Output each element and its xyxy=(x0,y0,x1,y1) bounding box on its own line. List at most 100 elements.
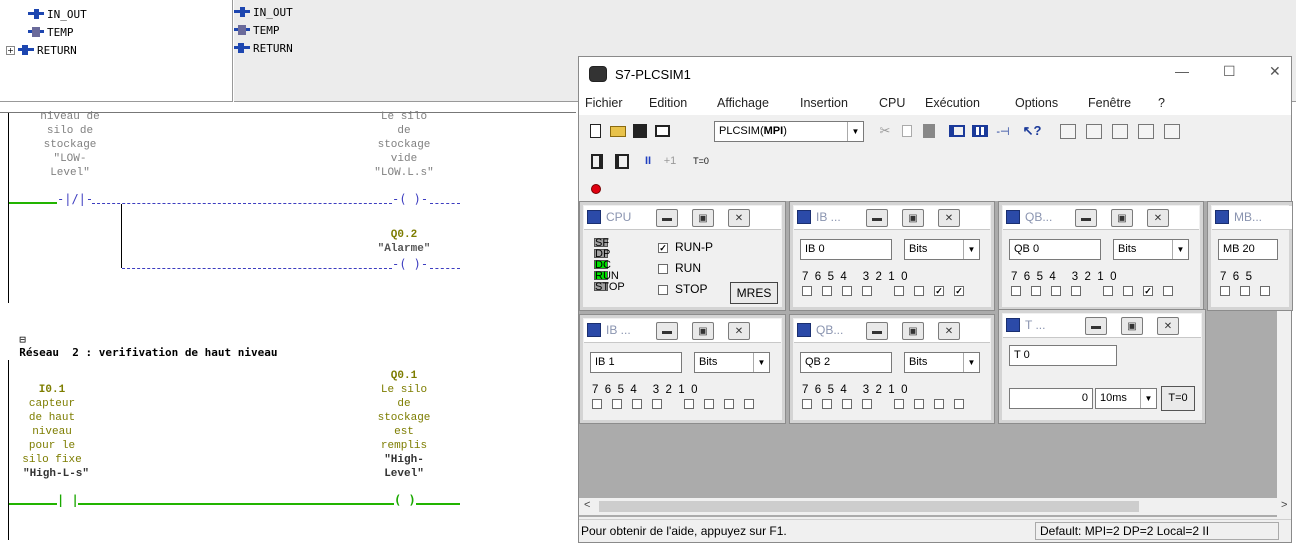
bit-checkbox[interactable] xyxy=(1051,286,1061,296)
bit-checkbox[interactable] xyxy=(1123,286,1133,296)
timebase-select[interactable]: 10ms ▼ xyxy=(1095,388,1157,409)
restore-icon[interactable]: ▣ xyxy=(1121,317,1143,335)
menu-fenetre[interactable]: Fenêtre xyxy=(1088,96,1131,110)
panel-titlebar[interactable]: MB... xyxy=(1212,206,1292,230)
address-field[interactable]: IB 1 xyxy=(590,352,682,373)
new-file-icon[interactable] xyxy=(585,121,605,141)
tree-item-return[interactable]: + RETURN xyxy=(6,43,77,57)
bit-checkbox[interactable] xyxy=(1103,286,1113,296)
insert-input-icon[interactable] xyxy=(947,121,967,141)
menu-execution[interactable]: Exécution xyxy=(925,96,980,110)
bit-checkbox[interactable] xyxy=(934,399,944,409)
close-icon[interactable]: ✕ xyxy=(938,209,960,227)
close-icon[interactable]: ✕ xyxy=(728,322,750,340)
timer-address-field[interactable]: T 0 xyxy=(1009,345,1117,366)
bit-checkbox[interactable] xyxy=(862,286,872,296)
bit-checkbox[interactable]: ✓ xyxy=(934,286,944,296)
bit-checkbox[interactable] xyxy=(914,286,924,296)
reset-timers-button[interactable]: T=0 xyxy=(687,151,715,171)
bit-checkbox[interactable] xyxy=(1071,286,1081,296)
bit-checkbox[interactable] xyxy=(652,399,662,409)
nc-contact-icon[interactable]: -|/|- xyxy=(57,192,93,206)
save-icon[interactable] xyxy=(630,121,650,141)
minimize-icon[interactable]: ▬ xyxy=(1085,317,1107,335)
bit-checkbox[interactable] xyxy=(862,399,872,409)
bit-checkbox[interactable] xyxy=(1220,286,1230,296)
run-checkbox[interactable] xyxy=(658,264,668,274)
format-select[interactable]: Bits ▼ xyxy=(904,352,980,373)
step-button[interactable]: +1 xyxy=(659,151,681,171)
bit-checkbox[interactable] xyxy=(842,399,852,409)
bit-checkbox[interactable] xyxy=(802,399,812,409)
bit-checkbox[interactable] xyxy=(894,399,904,409)
bit-checkbox[interactable] xyxy=(802,286,812,296)
menu-affichage[interactable]: Affichage xyxy=(717,96,769,110)
bit-checkbox[interactable] xyxy=(822,286,832,296)
bit-checkbox[interactable] xyxy=(1260,286,1270,296)
expand-icon[interactable]: + xyxy=(6,45,15,55)
close-icon[interactable]: ✕ xyxy=(938,322,960,340)
bit-checkbox[interactable] xyxy=(842,286,852,296)
panel-titlebar[interactable]: T ... ▬ ▣ ✕ xyxy=(1003,314,1201,338)
panel-titlebar[interactable]: QB... ▬ ▣ ✕ xyxy=(1003,206,1199,230)
minimize-icon[interactable]: ▬ xyxy=(866,322,888,340)
timer-value-field[interactable]: 0 xyxy=(1009,388,1093,409)
insert-qb-icon[interactable] xyxy=(1083,121,1105,141)
scroll-right-icon[interactable]: > xyxy=(1281,499,1287,511)
bit-checkbox[interactable] xyxy=(724,399,734,409)
minimize-icon[interactable]: ▬ xyxy=(656,209,678,227)
restore-icon[interactable]: ▣ xyxy=(902,209,924,227)
bit-checkbox[interactable] xyxy=(1240,286,1250,296)
bit-checkbox[interactable] xyxy=(914,399,924,409)
format-select[interactable]: Bits ▼ xyxy=(1113,239,1189,260)
coil-icon[interactable]: -( )- xyxy=(392,257,428,271)
close-button[interactable]: ✕ xyxy=(1269,63,1281,80)
horizontal-scrollbar[interactable]: < > xyxy=(579,498,1287,515)
menu-edition[interactable]: Edition xyxy=(649,96,687,110)
maximize-button[interactable]: ☐ xyxy=(1223,63,1236,80)
context-help-icon[interactable]: ↖? xyxy=(1021,121,1043,141)
pause-button[interactable]: II xyxy=(639,151,657,171)
mres-button[interactable]: MRES xyxy=(730,282,778,304)
close-icon[interactable]: ✕ xyxy=(1157,317,1179,335)
minimize-icon[interactable]: ▬ xyxy=(656,322,678,340)
continuous-cycle-icon[interactable] xyxy=(611,151,633,171)
menu-help[interactable]: ? xyxy=(1158,96,1165,110)
cpu-panel-titlebar[interactable]: CPU ▬ ▣ ✕ xyxy=(584,206,781,230)
restore-icon[interactable]: ▣ xyxy=(692,209,714,227)
minimize-icon[interactable]: ▬ xyxy=(866,209,888,227)
menu-cpu[interactable]: CPU xyxy=(879,96,905,110)
collapse-icon[interactable]: ⊟ xyxy=(19,333,26,346)
bit-checkbox[interactable] xyxy=(704,399,714,409)
bit-checkbox[interactable] xyxy=(894,286,904,296)
decl-item-in-out[interactable]: IN_OUT xyxy=(234,5,293,19)
bit-checkbox[interactable]: ✓ xyxy=(954,286,964,296)
panel-titlebar[interactable]: QB... ▬ ▣ ✕ xyxy=(794,319,990,343)
insert-output-icon[interactable] xyxy=(969,121,991,141)
breakpoint-icon[interactable] xyxy=(585,179,607,199)
address-field[interactable]: MB 20 xyxy=(1218,239,1278,260)
bit-checkbox[interactable] xyxy=(1011,286,1021,296)
bit-checkbox[interactable] xyxy=(1163,286,1173,296)
run-p-checkbox[interactable]: ✓ xyxy=(658,243,668,253)
bit-checkbox[interactable] xyxy=(592,399,602,409)
scroll-left-icon[interactable]: < xyxy=(584,499,590,511)
restore-icon[interactable]: ▣ xyxy=(692,322,714,340)
cut-icon[interactable]: ✂ xyxy=(875,121,895,141)
bit-checkbox[interactable] xyxy=(1031,286,1041,296)
restore-icon[interactable]: ▣ xyxy=(1111,209,1133,227)
bit-checkbox[interactable] xyxy=(612,399,622,409)
decl-item-temp[interactable]: TEMP xyxy=(234,23,280,37)
bit-checkbox[interactable] xyxy=(744,399,754,409)
insert-mb-icon[interactable] xyxy=(1109,121,1131,141)
decl-item-return[interactable]: RETURN xyxy=(234,41,293,55)
pin-icon[interactable]: -⊣ xyxy=(993,121,1013,141)
close-icon[interactable]: ✕ xyxy=(1147,209,1169,227)
title-bar[interactable]: S7-PLCSIM1 — ☐ ✕ xyxy=(579,57,1291,93)
restore-icon[interactable]: ▣ xyxy=(902,322,924,340)
paste-icon[interactable] xyxy=(919,121,939,141)
minimize-icon[interactable]: ▬ xyxy=(1075,209,1097,227)
copy-icon[interactable] xyxy=(897,121,917,141)
insert-ib-icon[interactable] xyxy=(1057,121,1079,141)
panel-titlebar[interactable]: IB ... ▬ ▣ ✕ xyxy=(794,206,990,230)
